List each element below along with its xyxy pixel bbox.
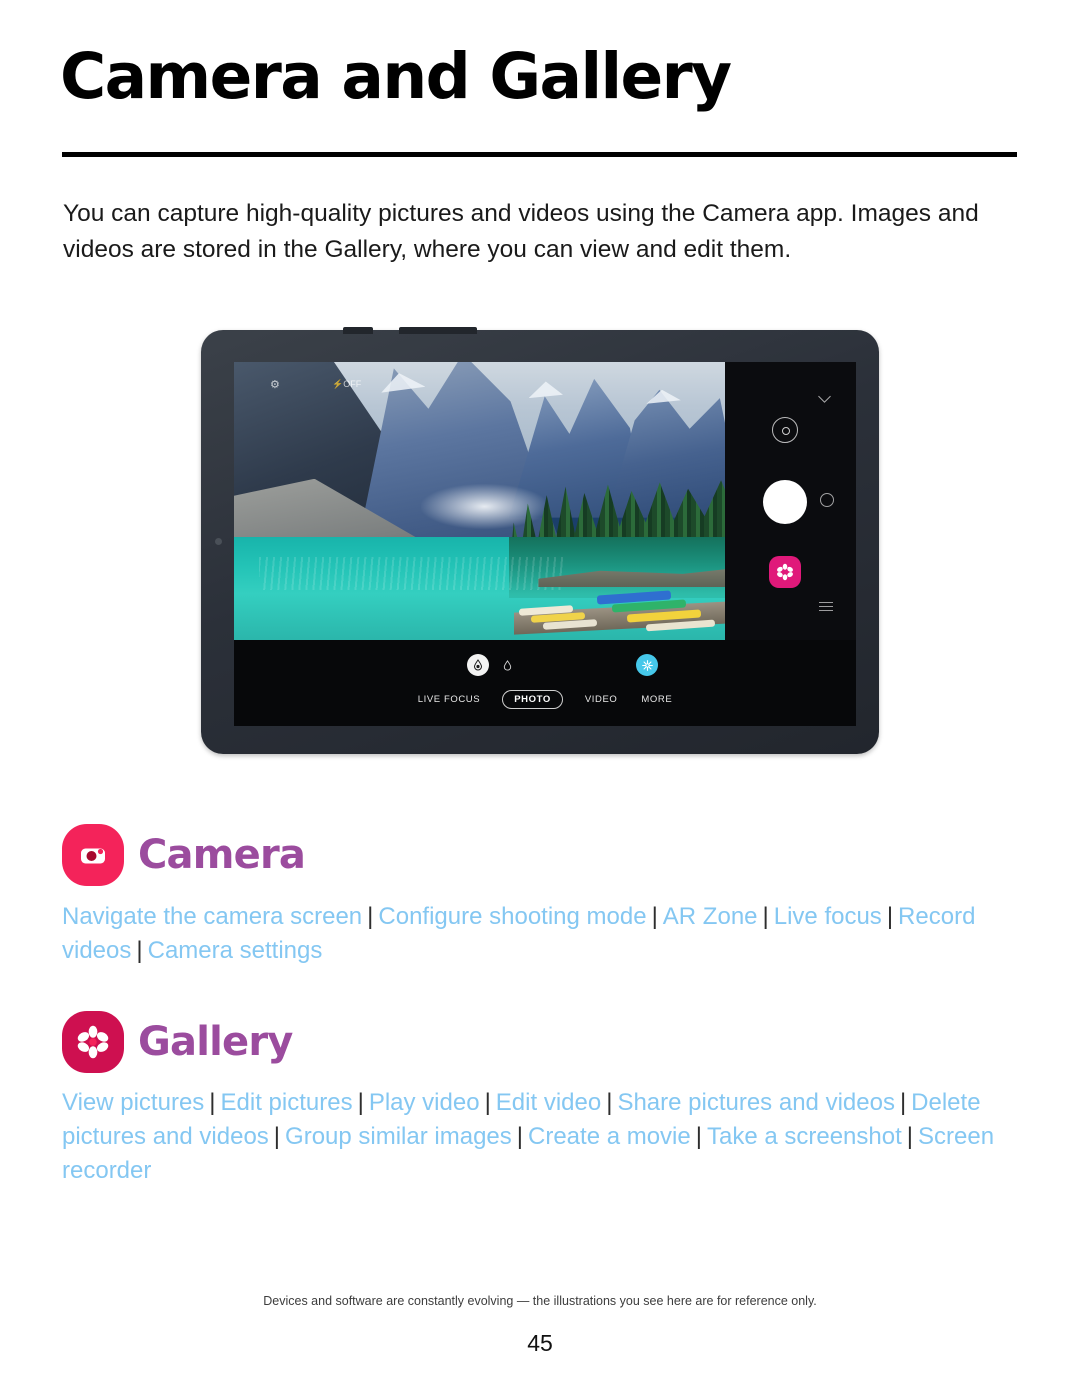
settings-icon[interactable]: ⚙ [270,380,280,391]
hamburger-menu-icon[interactable] [819,602,833,612]
link-separator: | [606,1089,613,1116]
tablet-illustration: ⚙ ⚡OFF LIVE FOCUS PHOTO VIDEO MORE [196,322,886,762]
tablet-body: ⚙ ⚡OFF LIVE FOCUS PHOTO VIDEO MORE [201,327,879,754]
flash-off-icon[interactable]: ⚡OFF [332,380,361,389]
link-separator: | [906,1123,913,1150]
camera-control-rail [725,362,856,640]
link-group-similar-images[interactable]: Group similar images [285,1123,512,1150]
title-divider [62,152,1017,157]
link-ar-zone[interactable]: AR Zone [663,903,758,930]
section-gallery: Gallery View pictures | Edit pictures | Play… [62,1011,1022,1188]
color-filter-icon[interactable] [467,654,489,676]
camera-mode-live-focus[interactable]: LIVE FOCUS [416,691,483,708]
link-separator: | [273,1123,281,1150]
chevron-down-icon[interactable] [820,392,832,404]
link-edit-pictures[interactable]: Edit pictures [221,1089,353,1116]
water-drop-icon[interactable] [500,658,514,672]
link-navigate-camera-screen[interactable]: Navigate the camera screen [62,903,362,930]
camera-mode-photo[interactable]: PHOTO [502,690,563,709]
gallery-links: View pictures | Edit pictures | Play video | E… [62,1086,1022,1188]
link-separator: | [651,903,658,930]
page-title: Camera and Gallery [60,40,732,113]
record-button[interactable] [820,493,834,507]
link-separator: | [886,903,894,930]
front-camera-lens [215,538,222,545]
intro-paragraph: You can capture high-quality pictures an… [63,200,979,263]
link-separator: | [357,1089,364,1116]
link-view-pictures[interactable]: View pictures [62,1089,204,1116]
switch-camera-icon[interactable] [772,417,798,443]
gallery-section-title: Gallery [138,1019,293,1065]
link-camera-settings[interactable]: Camera settings [148,937,323,964]
link-separator: | [762,903,769,930]
link-create-a-movie[interactable]: Create a movie [528,1123,691,1150]
link-live-focus[interactable]: Live focus [774,903,882,930]
document-page: Camera and Gallery You can capture high-… [0,0,1080,1397]
link-separator: | [484,1089,491,1116]
photo-water-shimmer [258,556,563,590]
link-separator: | [209,1089,216,1116]
camera-mode-video[interactable]: VIDEO [583,691,620,708]
section-camera: Camera Navigate the camera screen | Config… [62,824,1022,968]
link-play-video[interactable]: Play video [369,1089,480,1116]
shutter-button[interactable] [763,480,807,524]
page-number: 45 [527,1330,553,1356]
link-configure-shooting-mode[interactable]: Configure shooting mode [378,903,646,930]
gallery-section-header: Gallery [62,1011,1022,1073]
camera-filter-row [234,654,856,678]
camera-mode-more[interactable]: MORE [639,691,674,708]
camera-section-header: Camera [62,824,1022,886]
link-separator: | [136,937,143,964]
link-separator: | [516,1123,523,1150]
camera-mode-list: LIVE FOCUS PHOTO VIDEO MORE [234,690,856,709]
power-button [343,327,373,334]
link-edit-video[interactable]: Edit video [496,1089,601,1116]
tablet-screen: ⚙ ⚡OFF LIVE FOCUS PHOTO VIDEO MORE [234,362,856,726]
footer-disclaimer: Devices and software are constantly evol… [263,1294,817,1308]
link-separator: | [367,903,374,930]
gallery-flower-icon[interactable] [769,556,801,588]
camera-bottom-bar: LIVE FOCUS PHOTO VIDEO MORE [234,640,856,726]
link-share-pictures-and-videos[interactable]: Share pictures and videos [617,1089,895,1116]
link-separator: | [695,1123,702,1150]
camera-links: Navigate the camera screen | Configure sho… [62,900,1022,968]
camera-viewfinder: ⚙ ⚡OFF [234,362,725,640]
camera-section-title: Camera [138,832,306,878]
link-take-a-screenshot[interactable]: Take a screenshot [707,1123,902,1150]
volume-button [399,327,477,334]
ar-emoji-icon[interactable] [636,654,658,676]
gallery-app-icon [62,1011,124,1073]
link-separator: | [899,1089,907,1116]
camera-app-icon [62,824,124,886]
